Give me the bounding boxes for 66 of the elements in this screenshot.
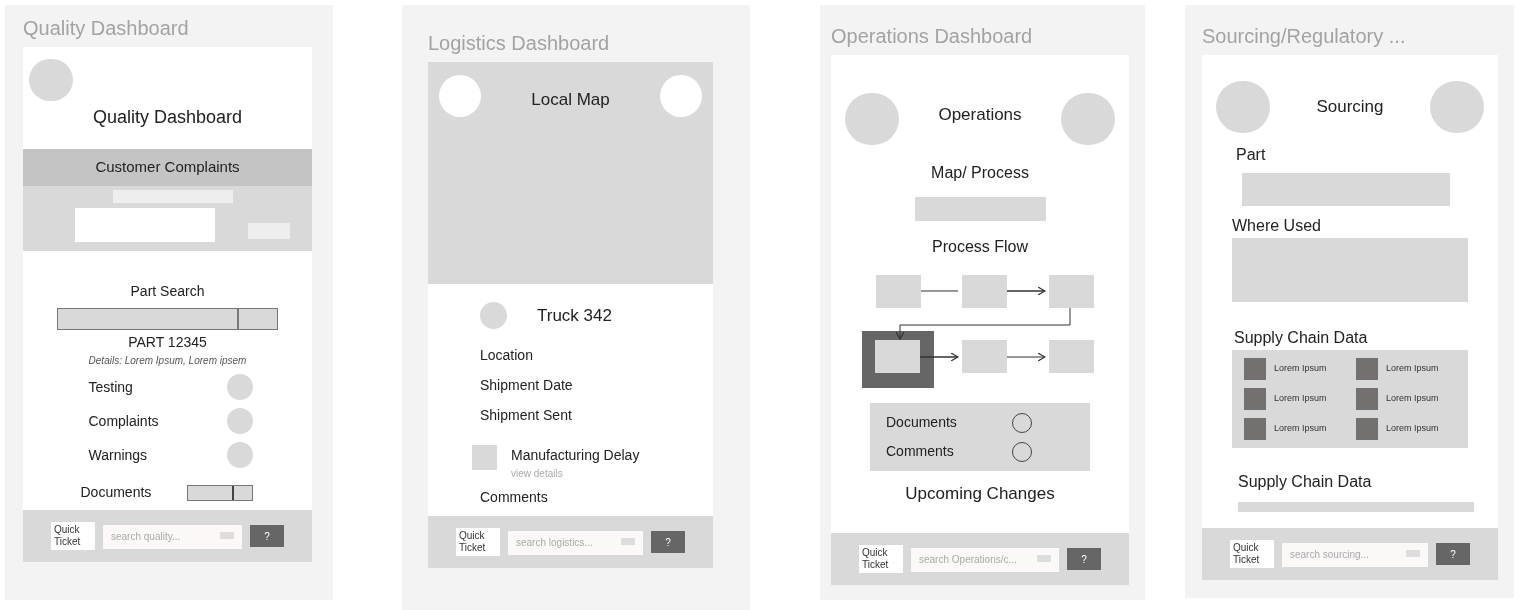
section-label: Upcoming Changes: [905, 483, 1055, 505]
section-label: Supply Chain Data: [1233, 328, 1369, 348]
screen-title: Operations: [938, 104, 1022, 127]
search-field[interactable]: search logistics...: [508, 530, 643, 555]
part-field[interactable]: [1242, 173, 1450, 206]
section-label: Where Used: [1232, 216, 1322, 236]
alert-square: [472, 445, 497, 470]
supply-item-label: Lorem Ipsum: [1274, 422, 1327, 436]
alert-title: Manufacturing Delay: [511, 446, 640, 465]
field-label: Location: [480, 346, 534, 365]
status-indicator: [226, 374, 253, 400]
help-button[interactable]: ?: [250, 525, 284, 547]
supply-item-label: Lorem Ipsum: [1274, 392, 1327, 406]
supply-item-icon: [1244, 358, 1266, 380]
screen-title: Sourcing: [1316, 96, 1384, 119]
section-label: Documents: [80, 483, 152, 502]
section-label: Map/ Process: [931, 163, 1029, 183]
artboard-title: Quality Dashboard: [23, 16, 190, 41]
quick-ticket-button[interactable]: Quick Ticket: [456, 528, 500, 556]
supply-item-label: Lorem Ipsum: [1386, 362, 1439, 376]
artboard-title: Operations Dashboard: [831, 24, 1034, 49]
keyboard-icon: [220, 532, 234, 540]
link-label[interactable]: Comments: [886, 441, 954, 462]
status-indicator: [226, 442, 253, 468]
map-title: Local Map: [531, 89, 610, 111]
artboard-title: Sourcing/Regulatory ...: [1202, 24, 1407, 49]
supply-item-label: Lorem Ipsum: [1274, 362, 1327, 376]
help-button[interactable]: ?: [1436, 543, 1470, 565]
supply-item-icon: [1244, 418, 1266, 440]
keyboard-icon: [1037, 555, 1051, 563]
search-field[interactable]: search Operations/c...: [911, 547, 1059, 572]
section-label: Part: [1235, 145, 1267, 165]
quick-ticket-button[interactable]: Quick Ticket: [859, 545, 903, 573]
section-label: Comments: [480, 488, 549, 507]
status-label: Complaints: [88, 411, 159, 431]
banner: Customer Complaints: [23, 149, 312, 186]
keyboard-icon: [621, 538, 635, 546]
status-label: Warnings: [88, 445, 148, 465]
supply-item-icon: [1356, 418, 1378, 440]
documents-toggle[interactable]: [186, 484, 253, 501]
screen-title: Quality Dashboard: [92, 106, 243, 129]
link-label[interactable]: Documents: [886, 412, 957, 433]
part-search-field[interactable]: [57, 308, 278, 330]
search-field[interactable]: search quality...: [103, 524, 242, 549]
part-number: PART 12345: [128, 333, 207, 352]
supply-item-label: Lorem Ipsum: [1386, 392, 1439, 406]
help-button[interactable]: ?: [1067, 548, 1101, 570]
status-label: Testing: [88, 377, 133, 397]
help-button[interactable]: ?: [651, 531, 685, 553]
supply-item-icon: [1356, 358, 1378, 380]
supply-item-icon: [1244, 388, 1266, 410]
section-label: Process Flow: [932, 237, 1028, 257]
supply-item-icon: [1356, 388, 1378, 410]
artboard-title: Logistics Dashboard: [428, 31, 611, 56]
keyboard-icon: [1406, 550, 1420, 558]
search-field[interactable]: search sourcing...: [1282, 542, 1428, 567]
quick-ticket-button[interactable]: Quick Ticket: [1230, 540, 1274, 568]
quick-ticket-button[interactable]: Quick Ticket: [51, 522, 95, 550]
truck-name: Truck 342: [537, 304, 612, 327]
supply-item-label: Lorem Ipsum: [1386, 422, 1439, 436]
part-details: Details: Lorem Ipsum, Lorem ipsem: [88, 354, 247, 368]
section-label: Supply Chain Data: [1237, 472, 1373, 492]
field-label: Shipment Date: [480, 376, 574, 395]
section-label: Part Search: [130, 282, 205, 301]
status-indicator: [226, 408, 253, 434]
field-label: Shipment Sent: [480, 406, 573, 425]
